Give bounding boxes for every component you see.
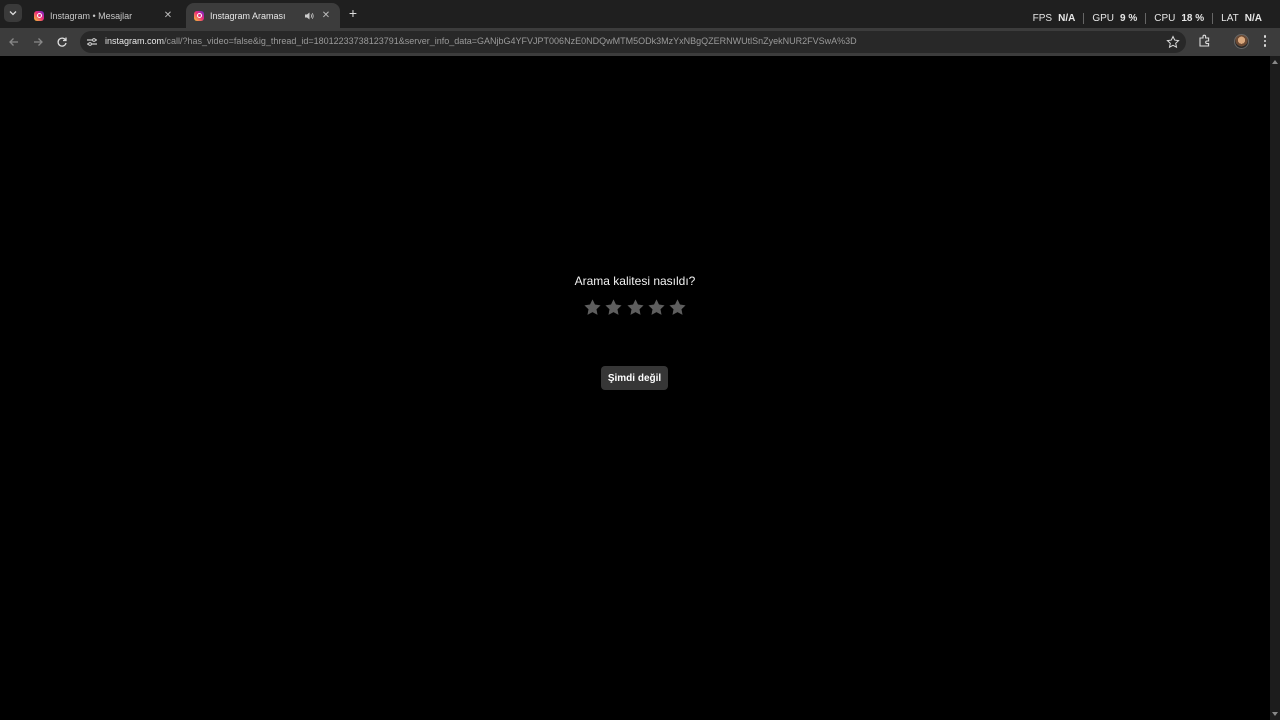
- fps-stat: FPS N/A: [1025, 12, 1085, 24]
- chevron-down-icon: [9, 11, 17, 16]
- close-icon[interactable]: ✕: [320, 10, 332, 21]
- speaker-icon[interactable]: [304, 11, 316, 21]
- url-host: instagram.com: [105, 36, 165, 46]
- stat-value: N/A: [1244, 12, 1262, 24]
- gpu-stat: GPU 9 %: [1084, 12, 1147, 24]
- star-icon[interactable]: [604, 298, 623, 317]
- stat-value: 18 %: [1181, 12, 1205, 24]
- url-text[interactable]: instagram.com/call/?has_video=false&ig_t…: [105, 36, 857, 46]
- back-button[interactable]: [6, 34, 22, 50]
- instagram-icon: [194, 10, 204, 21]
- star-icon[interactable]: [647, 298, 666, 317]
- performance-overlay: FPS N/A GPU 9 % CPU 18 % LAT N/A: [1025, 10, 1270, 26]
- star-icon[interactable]: [626, 298, 645, 317]
- cpu-stat: CPU 18 %: [1146, 12, 1214, 24]
- scroll-up-arrow-icon[interactable]: [1272, 60, 1278, 64]
- stat-value: 9 %: [1120, 12, 1138, 24]
- stat-label: LAT: [1221, 12, 1239, 24]
- address-bar[interactable]: instagram.com/call/?has_video=false&ig_t…: [80, 31, 1186, 53]
- tab-title: Instagram Araması: [210, 10, 286, 21]
- tab-search-button[interactable]: [4, 4, 22, 22]
- forward-button[interactable]: [30, 34, 46, 50]
- instagram-icon: [34, 10, 44, 21]
- arrow-left-icon: [9, 38, 18, 46]
- tab-instagram-messages[interactable]: Instagram • Mesajlar ✕: [26, 3, 182, 28]
- not-now-button[interactable]: Şimdi değil: [601, 366, 668, 390]
- tab-instagram-call[interactable]: Instagram Araması ✕: [186, 3, 340, 28]
- stat-value: N/A: [1058, 12, 1076, 24]
- tab-title: Instagram • Mesajlar: [50, 10, 133, 21]
- url-path: /call/?has_video=false&ig_thread_id=1801…: [164, 36, 857, 46]
- scroll-down-arrow-icon[interactable]: [1272, 712, 1278, 716]
- stat-label: CPU: [1154, 12, 1176, 24]
- star-icon[interactable]: [668, 298, 687, 317]
- rating-prompt: Arama kalitesi nasıldı?: [574, 274, 696, 288]
- reload-icon: [57, 37, 67, 47]
- site-settings-icon[interactable]: [86, 36, 98, 48]
- close-icon[interactable]: ✕: [162, 10, 174, 21]
- reload-button[interactable]: [54, 34, 70, 50]
- extensions-puzzle-icon[interactable]: [1198, 34, 1212, 48]
- profile-avatar[interactable]: [1234, 34, 1249, 49]
- stat-label: GPU: [1092, 12, 1114, 24]
- star-rating[interactable]: [583, 298, 687, 318]
- bookmark-star-icon[interactable]: [1166, 35, 1180, 49]
- stat-label: FPS: [1032, 12, 1053, 24]
- scrollbar[interactable]: [1270, 56, 1280, 720]
- latency-stat: LAT N/A: [1213, 13, 1270, 24]
- browser-menu-button[interactable]: [1261, 34, 1269, 48]
- star-icon[interactable]: [583, 298, 602, 317]
- new-tab-button[interactable]: +: [346, 5, 360, 21]
- tab-strip: Instagram • Mesajlar ✕ Instagram Araması…: [0, 0, 1280, 28]
- arrow-right-icon: [34, 38, 43, 46]
